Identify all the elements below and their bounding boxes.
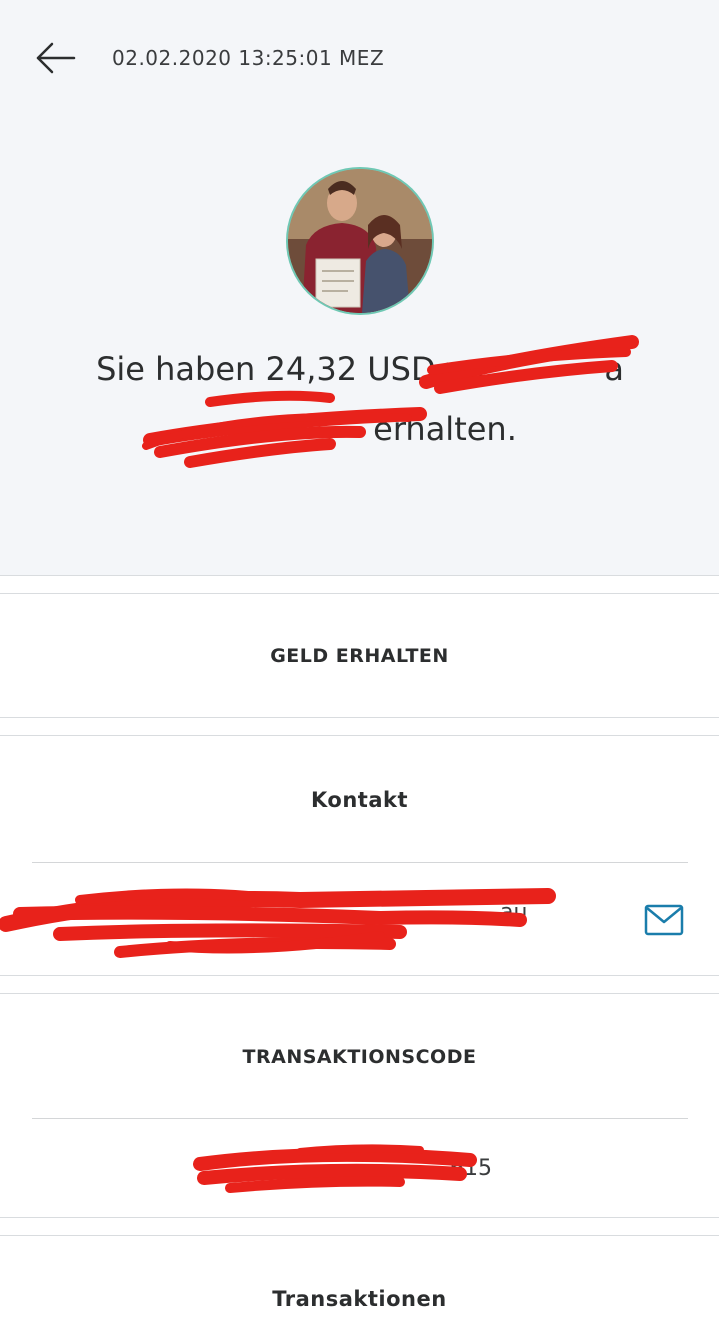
section-divider bbox=[0, 593, 719, 594]
contact-email[interactable]: au bbox=[500, 900, 527, 925]
section-divider bbox=[0, 1235, 719, 1236]
redaction-scribble bbox=[0, 888, 556, 958]
section-divider bbox=[0, 993, 719, 994]
transaction-code-value[interactable]: 615 bbox=[450, 1156, 492, 1181]
section-divider bbox=[0, 575, 719, 576]
section-divider bbox=[0, 735, 719, 736]
section-divider bbox=[0, 975, 719, 976]
transaction-header: 02.02.2020 13:25:01 MEZ Sie haben 24,32 … bbox=[0, 0, 719, 575]
section-divider bbox=[0, 717, 719, 718]
transaction-timestamp: 02.02.2020 13:25:01 MEZ bbox=[112, 46, 385, 70]
back-button[interactable] bbox=[30, 36, 82, 80]
arrow-left-icon bbox=[36, 42, 76, 74]
headline-line-1: Sie haben 24,32 USD vo a bbox=[96, 350, 624, 388]
transaction-code-title: TRANSAKTIONSCODE bbox=[242, 1046, 477, 1068]
mail-icon bbox=[644, 904, 684, 936]
code-divider bbox=[32, 1118, 688, 1119]
mail-button[interactable] bbox=[644, 904, 684, 936]
profile-photo bbox=[288, 169, 432, 313]
section-divider bbox=[0, 1217, 719, 1218]
transactions-title[interactable]: Transaktionen bbox=[0, 1287, 719, 1311]
headline-line-2: erhalten. bbox=[373, 410, 517, 448]
redaction-scribble bbox=[193, 1144, 477, 1193]
contact-divider bbox=[32, 862, 688, 863]
avatar[interactable] bbox=[288, 169, 432, 313]
status-label: GELD ERHALTEN bbox=[270, 645, 449, 667]
contact-title: Kontakt bbox=[311, 788, 408, 812]
